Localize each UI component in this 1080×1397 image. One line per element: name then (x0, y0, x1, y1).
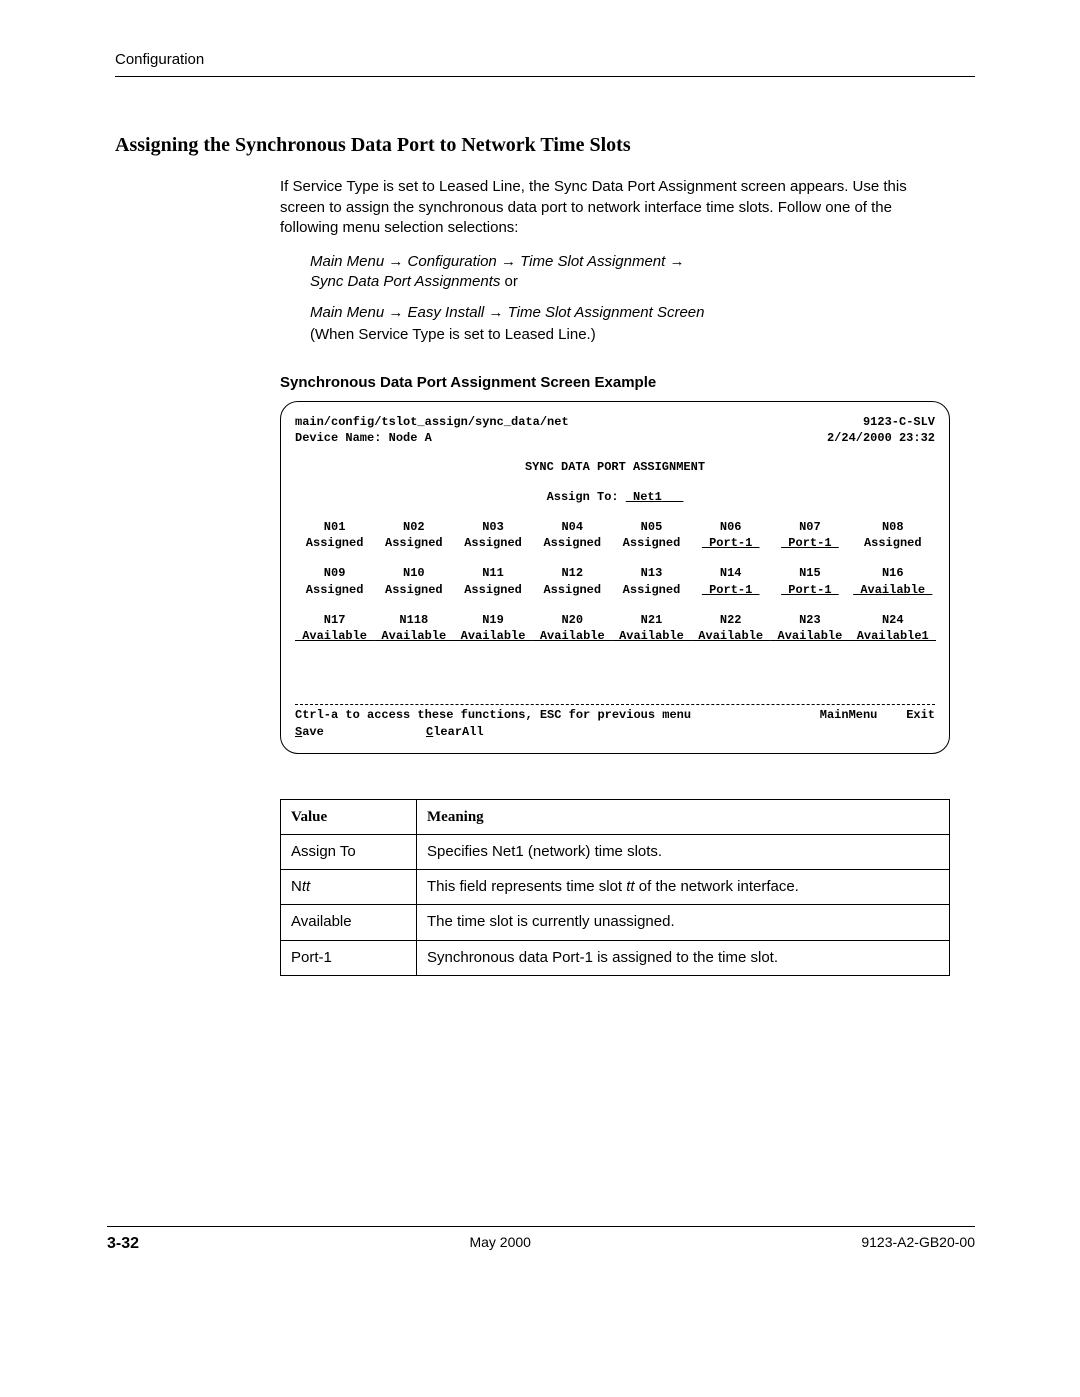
slot-header: N10 (374, 565, 453, 581)
table-row: Port-1Synchronous data Port-1 is assigne… (281, 940, 950, 975)
slot-header: N08 (850, 519, 936, 535)
slot-value: Assigned (533, 582, 612, 598)
slot-value: Available (770, 628, 849, 644)
table-cell-meaning: Specifies Net1 (network) time slots. (417, 834, 950, 869)
table-cell-value: Ntt (281, 870, 417, 905)
slot-value: Available1 (850, 628, 936, 644)
terminal-save: Save (295, 725, 324, 739)
terminal-datetime: 2/24/2000 23:32 (827, 430, 935, 446)
slot-header: N21 (612, 612, 691, 628)
table-cell-value: Assign To (281, 834, 417, 869)
slot-value: Port-1 (691, 535, 770, 551)
slot-header: N16 (850, 565, 936, 581)
table-row: NttThis field represents time slot tt of… (281, 870, 950, 905)
slot-header: N09 (295, 565, 374, 581)
menu-path-2-note: (When Service Type is set to Leased Line… (310, 325, 950, 345)
section-title: Assigning the Synchronous Data Port to N… (115, 132, 975, 159)
slot-header: N23 (770, 612, 849, 628)
slot-value: Assigned (533, 535, 612, 551)
slot-value: Assigned (612, 535, 691, 551)
slot-header: N14 (691, 565, 770, 581)
slot-value: Assigned (453, 582, 532, 598)
table-cell-meaning: Synchronous data Port-1 is assigned to t… (417, 940, 950, 975)
body-content: If Service Type is set to Leased Line, t… (280, 177, 950, 976)
slot-header: N15 (770, 565, 849, 581)
footer-date: May 2000 (469, 1233, 530, 1255)
slot-value: Port-1 (770, 535, 849, 551)
terminal-title: SYNC DATA PORT ASSIGNMENT (295, 459, 935, 475)
slot-value: Available (691, 628, 770, 644)
slot-value: Port-1 (691, 582, 770, 598)
table-head-meaning: Meaning (417, 799, 950, 834)
slot-header: N19 (453, 612, 532, 628)
slot-value: Available (850, 582, 936, 598)
slot-header: N11 (453, 565, 532, 581)
terminal-model: 9123-C-SLV (863, 414, 935, 430)
terminal-header-row2: Device Name: Node A 2/24/2000 23:32 (295, 430, 935, 446)
screen-example-heading: Synchronous Data Port Assignment Screen … (280, 373, 950, 393)
table-cell-value: Available (281, 905, 417, 940)
terminal-assign-to: Assign To: Net1 (295, 489, 935, 505)
slot-value: Available (453, 628, 532, 644)
slot-value: Available (533, 628, 612, 644)
menu-path-1: Main Menu → Configuration → Time Slot As… (310, 252, 950, 293)
terminal-mainmenu: MainMenu (820, 708, 878, 722)
top-divider (115, 76, 975, 77)
slot-header: N118 (374, 612, 453, 628)
terminal-divider: Ctrl-a to access these functions, ESC fo… (295, 704, 935, 740)
footer-doc-id: 9123-A2-GB20-00 (861, 1233, 975, 1255)
terminal-hint: Ctrl-a to access these functions, ESC fo… (295, 707, 691, 723)
value-meaning-table: Value Meaning Assign ToSpecifies Net1 (n… (280, 799, 950, 976)
slot-value: Available (612, 628, 691, 644)
slot-value: Available (295, 628, 374, 644)
intro-paragraph: If Service Type is set to Leased Line, t… (280, 177, 950, 238)
slot-value: Assigned (295, 582, 374, 598)
slot-value: Port-1 (770, 582, 849, 598)
slot-header: N04 (533, 519, 612, 535)
slot-header: N12 (533, 565, 612, 581)
slot-header: N03 (453, 519, 532, 535)
slot-header: N24 (850, 612, 936, 628)
table-cell-meaning: The time slot is currently unassigned. (417, 905, 950, 940)
slot-header: N01 (295, 519, 374, 535)
slot-value: Assigned (453, 535, 532, 551)
table-cell-meaning: This field represents time slot tt of th… (417, 870, 950, 905)
page-number: 3-32 (107, 1233, 139, 1255)
slot-value: Assigned (374, 535, 453, 551)
time-slot-grid: N01N02N03N04N05N06N07N08AssignedAssigned… (295, 519, 935, 644)
slot-header: N13 (612, 565, 691, 581)
chapter-label: Configuration (115, 50, 975, 70)
slot-value: Available (374, 628, 453, 644)
slot-header: N02 (374, 519, 453, 535)
slot-value: Assigned (295, 535, 374, 551)
slot-header: N20 (533, 612, 612, 628)
terminal-screen: main/config/tslot_assign/sync_data/net 9… (280, 401, 950, 753)
slot-header: N07 (770, 519, 849, 535)
terminal-header-row1: main/config/tslot_assign/sync_data/net 9… (295, 414, 935, 430)
slot-header: N17 (295, 612, 374, 628)
page-footer: 3-32 May 2000 9123-A2-GB20-00 (107, 1226, 975, 1255)
terminal-breadcrumb: main/config/tslot_assign/sync_data/net (295, 414, 569, 430)
menu-path-2: Main Menu → Easy Install → Time Slot Ass… (310, 303, 950, 323)
slot-header: N05 (612, 519, 691, 535)
slot-value: Assigned (374, 582, 453, 598)
slot-value: Assigned (850, 535, 936, 551)
terminal-clearall: ClearAll (426, 725, 484, 739)
table-row: AvailableThe time slot is currently unas… (281, 905, 950, 940)
table-cell-value: Port-1 (281, 940, 417, 975)
table-row: Assign ToSpecifies Net1 (network) time s… (281, 834, 950, 869)
table-head-value: Value (281, 799, 417, 834)
terminal-exit: Exit (906, 708, 935, 722)
slot-value: Assigned (612, 582, 691, 598)
slot-header: N22 (691, 612, 770, 628)
slot-header: N06 (691, 519, 770, 535)
terminal-device-name: Device Name: Node A (295, 430, 432, 446)
